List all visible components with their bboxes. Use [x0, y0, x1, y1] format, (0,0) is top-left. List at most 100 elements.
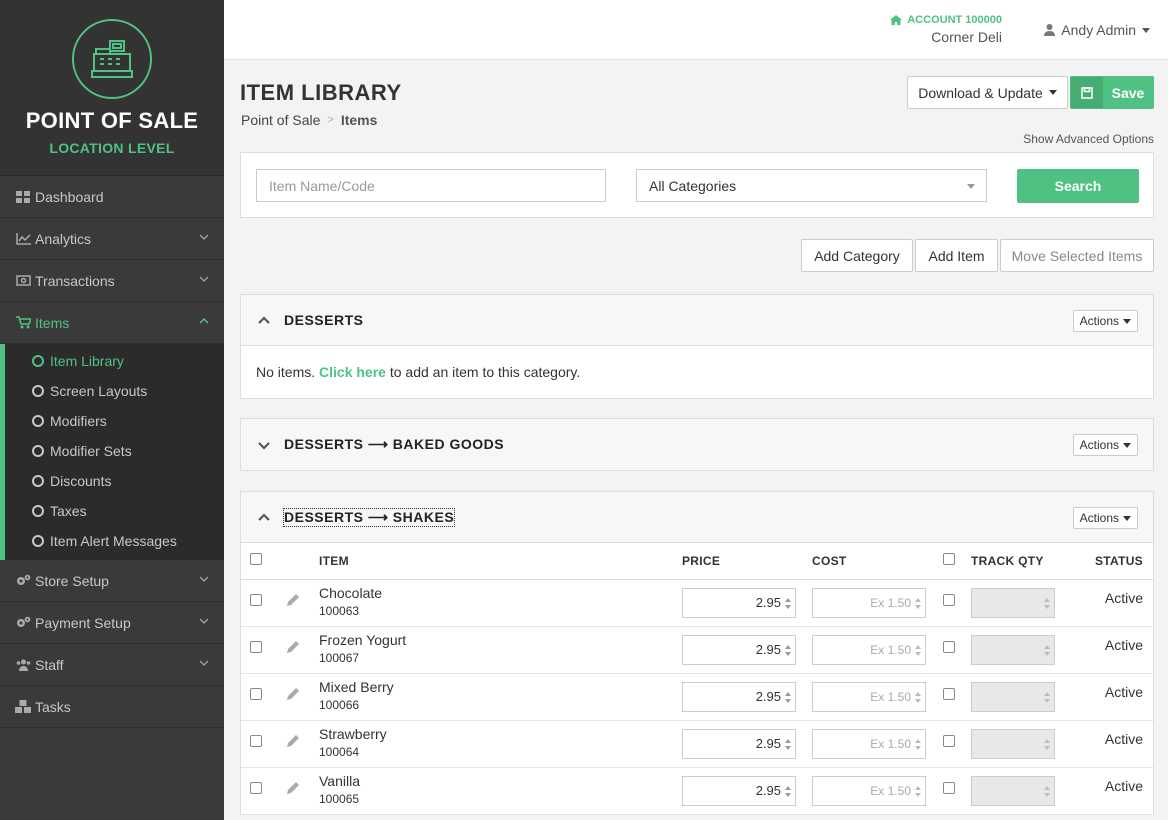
caret-down-icon: [1123, 442, 1131, 448]
category-header[interactable]: DESSERTS ⟶ BAKED GOODS Actions: [241, 419, 1153, 470]
item-name[interactable]: Strawberry: [319, 721, 682, 742]
sidebar-item-payment-setup[interactable]: Payment Setup: [0, 602, 224, 644]
actions-dropdown[interactable]: Actions: [1072, 434, 1138, 456]
row-checkbox[interactable]: [250, 640, 262, 653]
add-item-link[interactable]: Click here: [319, 364, 386, 380]
line-chart-icon: [15, 232, 31, 246]
row-checkbox[interactable]: [250, 734, 262, 747]
download-update-button[interactable]: Download & Update: [907, 76, 1068, 109]
track-qty-checkbox[interactable]: [943, 781, 955, 794]
spinner-icon[interactable]: [785, 691, 791, 703]
search-button[interactable]: Search: [1017, 169, 1139, 203]
status-text: Active: [1079, 626, 1153, 674]
sidebar-subitem-taxes[interactable]: Taxes: [5, 496, 224, 526]
item-name[interactable]: Vanilla: [319, 768, 682, 789]
actions-dropdown[interactable]: Actions: [1072, 507, 1138, 529]
sidebar-item-label: Transactions: [35, 272, 115, 289]
track-qty-checkbox[interactable]: [943, 687, 955, 700]
spinner-icon[interactable]: [915, 597, 921, 609]
spinner-icon[interactable]: [785, 644, 791, 656]
breadcrumb-link[interactable]: Point of Sale: [241, 112, 320, 128]
track-qty-checkbox[interactable]: [943, 734, 955, 747]
item-code: 100065: [319, 791, 360, 806]
cost-input[interactable]: Ex 1.50: [812, 775, 926, 806]
items-submenu: Item Library Screen Layouts Modifiers Mo…: [0, 344, 224, 560]
price-input[interactable]: 2.95: [682, 634, 796, 665]
track-all-checkbox[interactable]: [943, 553, 955, 566]
sidebar-item-tasks[interactable]: Tasks: [0, 686, 224, 728]
sidebar-subitem-item-alert-messages[interactable]: Item Alert Messages: [5, 526, 224, 556]
subitem-label: Modifier Sets: [50, 443, 132, 459]
add-category-button[interactable]: Add Category: [801, 239, 913, 272]
cost-input[interactable]: Ex 1.50: [812, 681, 926, 712]
qty-input[interactable]: [971, 681, 1055, 712]
save-button[interactable]: Save: [1070, 76, 1154, 109]
spinner-icon[interactable]: [915, 691, 921, 703]
category-header[interactable]: DESSERTS ⟶ SHAKES Actions: [241, 492, 1153, 543]
sidebar-subitem-modifiers[interactable]: Modifiers: [5, 406, 224, 436]
chevron-up-icon[interactable]: [257, 313, 271, 327]
breadcrumb: Point of Sale > Items: [241, 112, 377, 128]
sidebar-item-store-setup[interactable]: Store Setup: [0, 560, 224, 602]
sidebar-item-items[interactable]: Items: [0, 302, 224, 344]
sidebar-item-staff[interactable]: Staff: [0, 644, 224, 686]
pencil-icon[interactable]: [285, 733, 301, 749]
price-input[interactable]: 2.95: [682, 681, 796, 712]
qty-input[interactable]: [971, 634, 1055, 665]
track-qty-checkbox[interactable]: [943, 593, 955, 606]
price-input[interactable]: 2.95: [682, 587, 796, 618]
show-advanced-options-link[interactable]: Show Advanced Options: [1023, 132, 1154, 146]
cubes-icon: [15, 700, 31, 714]
item-search-input[interactable]: Item Name/Code: [256, 169, 606, 202]
track-cell: [943, 626, 971, 674]
spinner-icon[interactable]: [785, 738, 791, 750]
cost-input[interactable]: Ex 1.50: [812, 587, 926, 618]
pencil-icon[interactable]: [285, 639, 301, 655]
pencil-icon[interactable]: [285, 686, 301, 702]
select-all-checkbox[interactable]: [250, 553, 262, 566]
spinner-icon[interactable]: [915, 785, 921, 797]
chevron-down-icon[interactable]: [257, 438, 271, 452]
sidebar-item-transactions[interactable]: Transactions: [0, 260, 224, 302]
pencil-icon[interactable]: [285, 592, 301, 608]
price-input[interactable]: 2.95: [682, 775, 796, 806]
item-cell: Vanilla 100065: [319, 767, 682, 815]
row-checkbox[interactable]: [250, 593, 262, 606]
spinner-icon[interactable]: [785, 785, 791, 797]
row-edit-cell: [285, 767, 319, 815]
move-selected-items-button[interactable]: Move Selected Items: [1000, 239, 1154, 272]
gears-icon: [15, 616, 31, 630]
cost-input[interactable]: Ex 1.50: [812, 728, 926, 759]
sidebar-subitem-screen-layouts[interactable]: Screen Layouts: [5, 376, 224, 406]
circle-icon: [32, 415, 44, 427]
item-name[interactable]: Chocolate: [319, 580, 682, 601]
circle-icon: [32, 475, 44, 487]
sidebar-item-dashboard[interactable]: Dashboard: [0, 176, 224, 218]
pencil-icon[interactable]: [285, 780, 301, 796]
empty-suffix: to add an item to this category.: [389, 364, 581, 380]
chevron-up-icon[interactable]: [257, 510, 271, 524]
cost-input[interactable]: Ex 1.50: [812, 634, 926, 665]
spinner-icon[interactable]: [915, 644, 921, 656]
row-checkbox[interactable]: [250, 687, 262, 700]
qty-input[interactable]: [971, 775, 1055, 806]
item-name[interactable]: Mixed Berry: [319, 674, 682, 695]
add-item-button[interactable]: Add Item: [915, 239, 998, 272]
sidebar-subitem-modifier-sets[interactable]: Modifier Sets: [5, 436, 224, 466]
price-input[interactable]: 2.95: [682, 728, 796, 759]
qty-input[interactable]: [971, 728, 1055, 759]
track-qty-checkbox[interactable]: [943, 640, 955, 653]
user-menu[interactable]: Andy Admin: [1044, 22, 1150, 38]
row-checkbox[interactable]: [250, 781, 262, 794]
spinner-icon[interactable]: [915, 738, 921, 750]
sidebar-item-analytics[interactable]: Analytics: [0, 218, 224, 260]
qty-input[interactable]: [971, 587, 1055, 618]
category-select[interactable]: All Categories: [636, 169, 987, 202]
spinner-icon[interactable]: [785, 597, 791, 609]
sidebar-subitem-item-library[interactable]: Item Library: [5, 346, 224, 376]
sidebar-subitem-discounts[interactable]: Discounts: [5, 466, 224, 496]
item-name[interactable]: Frozen Yogurt: [319, 627, 682, 648]
category-header[interactable]: DESSERTS Actions: [241, 295, 1153, 346]
actions-dropdown[interactable]: Actions: [1072, 310, 1138, 332]
sidebar-item-label: Dashboard: [35, 188, 104, 205]
